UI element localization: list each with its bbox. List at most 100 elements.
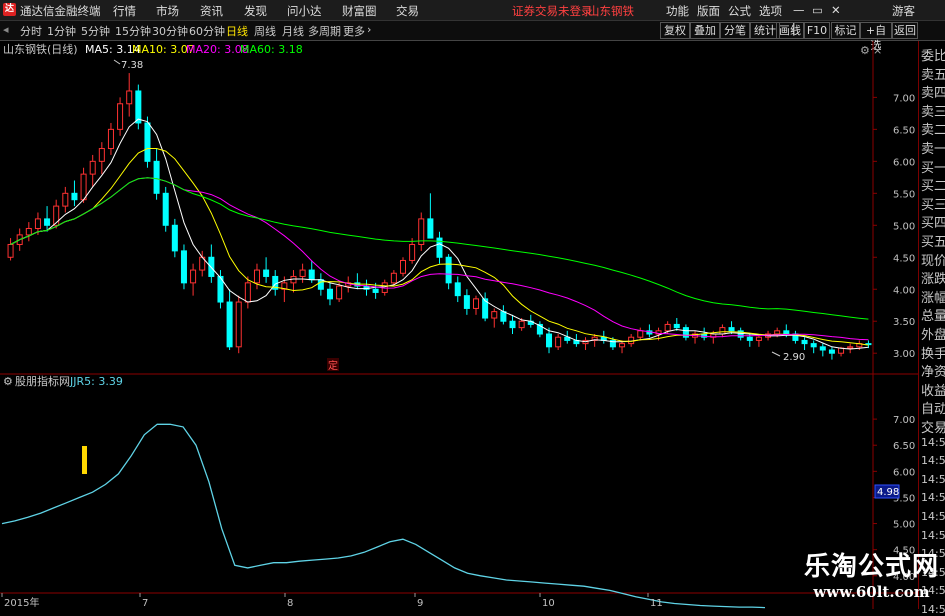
- period-tab-weekly[interactable]: 周线: [254, 23, 276, 39]
- menu-item-market[interactable]: 行情: [113, 3, 136, 19]
- candle[interactable]: [25, 222, 32, 242]
- candle[interactable]: [436, 231, 443, 264]
- candle[interactable]: [107, 122, 114, 155]
- candle[interactable]: [582, 337, 589, 351]
- candle[interactable]: [719, 324, 726, 338]
- stock-chart[interactable]: 7.00 6.50 6.00 5.50 5.00 4.50 4.00 3.50 3.00 7.00…: [0, 41, 918, 609]
- add-watchlist-button[interactable]: +自选: [860, 22, 892, 52]
- candle[interactable]: [801, 337, 808, 351]
- period-tab-daily[interactable]: 日线: [226, 23, 248, 39]
- candle[interactable]: [737, 327, 744, 341]
- candle[interactable]: [117, 97, 124, 136]
- candle[interactable]: [819, 343, 826, 357]
- menu-item-discover[interactable]: 发现: [244, 3, 267, 19]
- candle[interactable]: [646, 324, 653, 338]
- close-pane-icon[interactable]: ×: [873, 44, 882, 57]
- period-tab-15min[interactable]: 15分钟: [115, 23, 151, 39]
- candle[interactable]: [445, 254, 452, 290]
- candle[interactable]: [98, 142, 105, 175]
- chevron-right-icon[interactable]: ›: [367, 23, 371, 36]
- menu-item-ask[interactable]: 问小达: [287, 3, 322, 19]
- candle[interactable]: [463, 289, 470, 315]
- candle[interactable]: [190, 263, 197, 296]
- menu-item-wealth[interactable]: 财富圈: [342, 3, 377, 19]
- candle[interactable]: [427, 193, 434, 239]
- candle[interactable]: [472, 295, 480, 315]
- candle[interactable]: [536, 321, 543, 338]
- candle[interactable]: [44, 206, 51, 232]
- menu-item-options[interactable]: 选项: [759, 3, 782, 19]
- candle[interactable]: [263, 257, 270, 283]
- mark-button[interactable]: 标记: [831, 22, 860, 39]
- back-button[interactable]: 返回: [892, 22, 918, 39]
- period-tab-intraday[interactable]: 分时: [20, 23, 42, 39]
- period-tab-1min[interactable]: 1分钟: [47, 23, 76, 39]
- menu-item-exchange[interactable]: 市场: [156, 3, 179, 19]
- left-scroll-icon[interactable]: ◂: [3, 23, 9, 36]
- candle[interactable]: [135, 84, 142, 130]
- candle[interactable]: [326, 282, 333, 306]
- candle[interactable]: [299, 263, 306, 283]
- candle[interactable]: [62, 186, 69, 213]
- candle[interactable]: [409, 238, 416, 264]
- candle[interactable]: [500, 305, 507, 325]
- settings-gear-icon[interactable]: ⚙: [860, 44, 870, 57]
- candle[interactable]: [317, 273, 324, 296]
- period-tab-monthly[interactable]: 月线: [282, 23, 304, 39]
- restore-icon[interactable]: ▭: [812, 3, 823, 17]
- menu-item-trade[interactable]: 交易: [396, 3, 419, 19]
- draw-button[interactable]: 画线: [776, 22, 804, 39]
- candle[interactable]: [682, 324, 689, 341]
- overlay-button[interactable]: 叠加: [690, 22, 720, 39]
- candle[interactable]: [619, 340, 626, 354]
- period-tab-5min[interactable]: 5分钟: [81, 23, 110, 39]
- adjust-button[interactable]: 复权: [660, 22, 690, 39]
- candle[interactable]: [792, 330, 799, 344]
- side-panel-item: 买四: [921, 216, 945, 232]
- minimize-icon[interactable]: —: [793, 3, 805, 17]
- candle[interactable]: [692, 330, 699, 344]
- period-tab-multi[interactable]: 多周期: [308, 23, 341, 39]
- candle[interactable]: [253, 263, 260, 290]
- candle[interactable]: [153, 148, 160, 200]
- indicator-settings-icon[interactable]: ⚙: [3, 375, 13, 388]
- candle[interactable]: [810, 340, 817, 354]
- candle[interactable]: [180, 244, 187, 290]
- period-tab-30min[interactable]: 30分钟: [152, 23, 188, 39]
- candle[interactable]: [673, 318, 680, 331]
- f10-button[interactable]: F10: [804, 22, 830, 39]
- candle[interactable]: [208, 244, 215, 283]
- event-marker[interactable]: 定: [328, 359, 338, 372]
- candle[interactable]: [491, 308, 498, 328]
- candle[interactable]: [828, 346, 835, 360]
- candle[interactable]: [171, 218, 178, 258]
- period-tab-more[interactable]: 更多: [343, 23, 365, 39]
- candle[interactable]: [399, 257, 407, 277]
- candle[interactable]: [454, 276, 461, 303]
- candle[interactable]: [235, 295, 242, 354]
- candle[interactable]: [555, 334, 562, 351]
- candle[interactable]: [637, 327, 644, 341]
- candle[interactable]: [162, 186, 169, 232]
- menu-item-function[interactable]: 功能: [666, 3, 689, 19]
- candle[interactable]: [71, 180, 78, 207]
- trade-login-status[interactable]: 证券交易未登录: [512, 3, 593, 19]
- candle[interactable]: [244, 276, 251, 309]
- guest-user[interactable]: 游客: [892, 3, 915, 19]
- close-icon[interactable]: ✕: [831, 3, 841, 17]
- candle[interactable]: [226, 289, 233, 351]
- candle[interactable]: [482, 292, 489, 322]
- tick-button[interactable]: 分笔: [720, 22, 750, 39]
- candle[interactable]: [89, 154, 96, 187]
- menu-item-news[interactable]: 资讯: [200, 3, 223, 19]
- candle[interactable]: [126, 73, 133, 117]
- menu-item-layout[interactable]: 版面: [697, 3, 720, 19]
- candle[interactable]: [290, 270, 297, 293]
- candle[interactable]: [7, 238, 14, 261]
- candle[interactable]: [363, 279, 370, 296]
- menu-item-formula[interactable]: 公式: [728, 3, 751, 19]
- candle[interactable]: [509, 314, 516, 335]
- candle[interactable]: [354, 273, 361, 290]
- period-tab-60min[interactable]: 60分钟: [189, 23, 225, 39]
- candle[interactable]: [418, 212, 425, 251]
